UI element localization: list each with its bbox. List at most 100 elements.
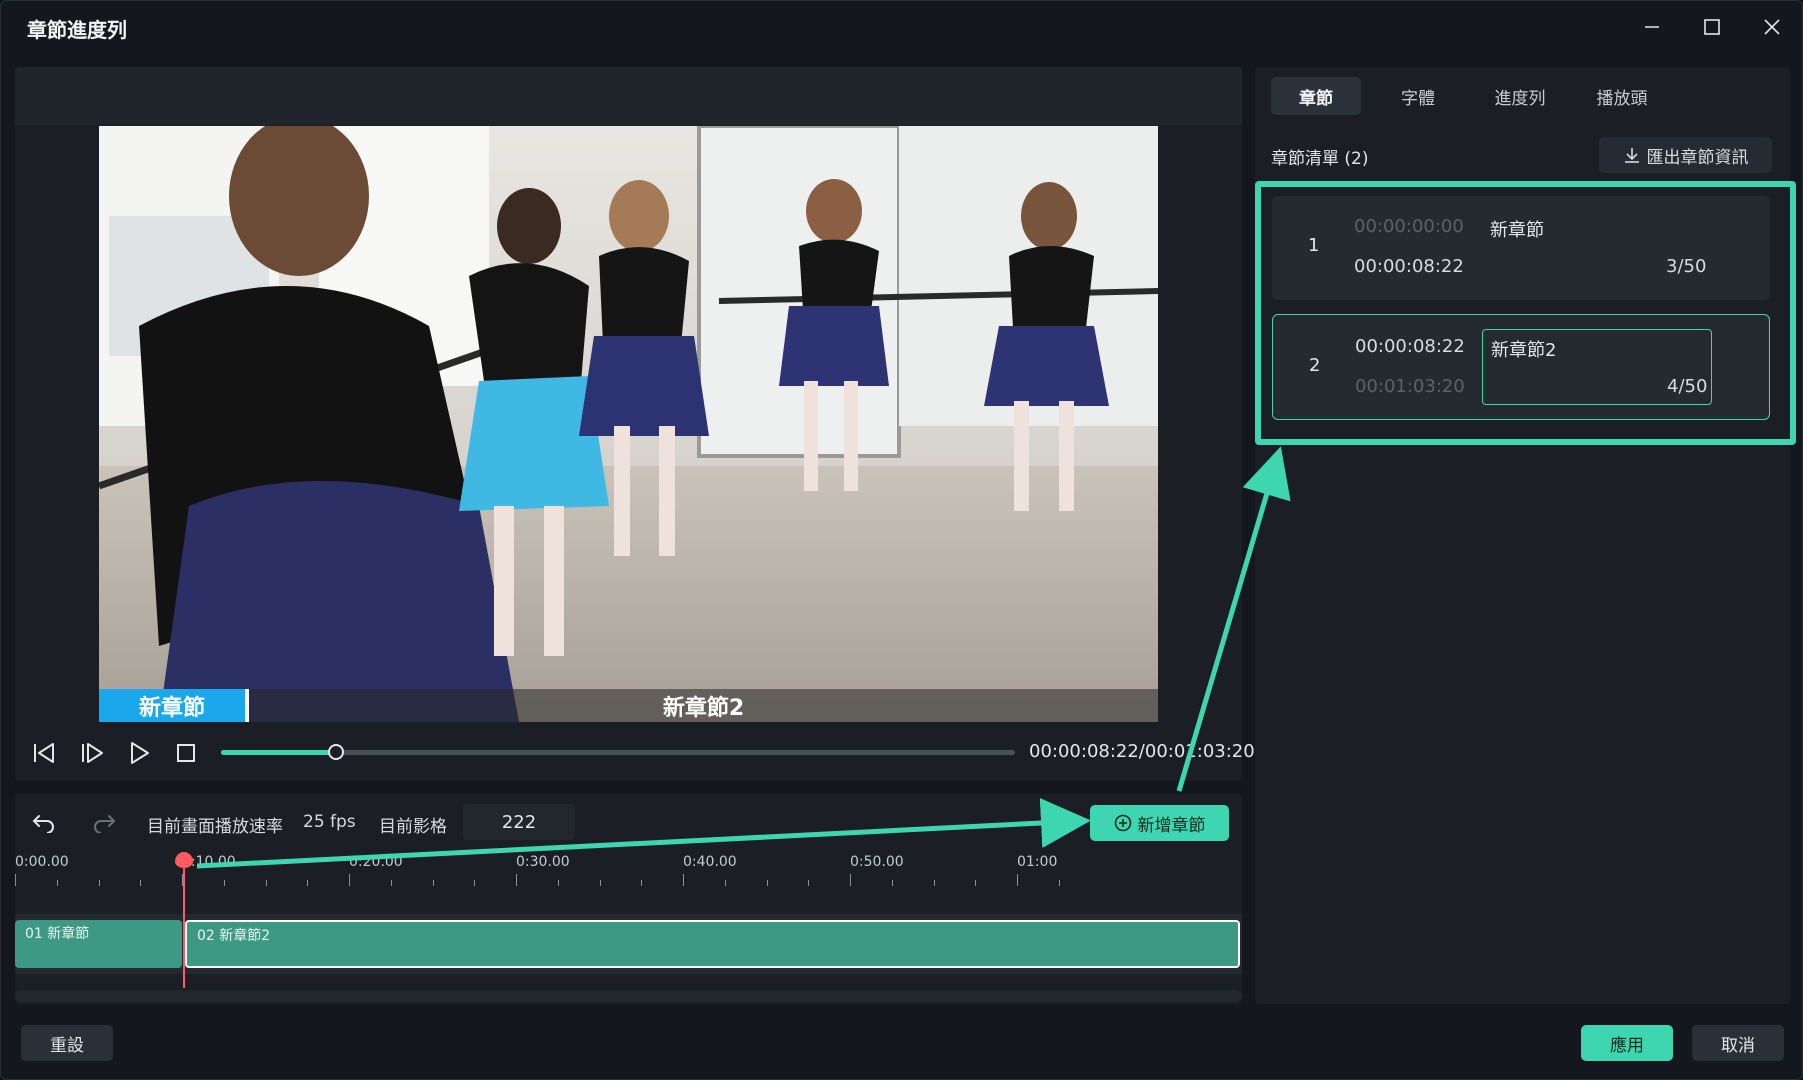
ruler-tick — [390, 880, 392, 886]
play-icon — [131, 742, 149, 764]
close-icon — [1764, 19, 1780, 35]
tab-progress-bar[interactable]: 進度列 — [1475, 77, 1565, 115]
ruler-tick-label: 0:50.00 — [850, 854, 904, 870]
chapter-progress-dialog: 章節 進度列 新章節 新章節2 00:00:08:22/00:01:03:20 目… — [0, 0, 1803, 1080]
prev-frame-icon — [34, 743, 54, 763]
timeline-toolbar: 目前畫面播放速率 25 fps 目前影格 222 新增章節 — [15, 794, 1242, 850]
reset-button[interactable]: 重設 — [21, 1025, 113, 1061]
chapter-start-time[interactable]: 00:00:08:22 — [1355, 336, 1465, 357]
playback-progress-slider[interactable] — [221, 744, 1015, 760]
next-frame-icon — [82, 743, 103, 763]
title-bar: 章節進度列 — [1, 1, 1802, 53]
ruler-tick — [557, 880, 559, 886]
timecode-display: 00:00:08:22/00:01:03:20 — [1029, 741, 1255, 762]
ruler-tick — [891, 880, 893, 886]
chapter-clip-1[interactable]: 01 新章節 — [15, 920, 182, 968]
chapter-char-count: 4/50 — [1667, 376, 1708, 397]
fps-value: 25 fps — [303, 812, 356, 832]
ruler-tick — [683, 874, 684, 886]
current-frame-input[interactable]: 222 — [463, 804, 575, 840]
chapter-name[interactable]: 新章節 — [1490, 216, 1544, 242]
window-title: 章節進度列 — [27, 18, 127, 42]
chapter-name[interactable]: 新章節2 — [1491, 336, 1556, 362]
ruler-tick — [98, 880, 100, 886]
ruler-tick — [474, 880, 476, 886]
next-frame-button[interactable] — [77, 738, 107, 768]
maximize-icon — [1704, 19, 1720, 35]
apply-button[interactable]: 應用 — [1581, 1025, 1673, 1061]
play-button[interactable] — [124, 738, 154, 768]
chapter-clip-label: 01 新章節 — [25, 926, 90, 942]
chapter-item-2[interactable]: 2 00:00:08:22 00:01:03:20 新章節2 4/50 — [1272, 314, 1770, 420]
ruler-tick — [975, 880, 977, 886]
ruler-tick — [641, 880, 643, 886]
chapter-clip-2[interactable]: 02 新章節2 — [185, 920, 1240, 968]
chapter-number: 2 — [1309, 355, 1321, 376]
ruler-tick — [349, 874, 350, 886]
tab-font[interactable]: 字體 — [1373, 77, 1463, 115]
chapter-progress-bar: 新章節 新章節2 — [99, 689, 1158, 722]
undo-icon — [32, 815, 54, 833]
export-chapter-info-button[interactable]: 匯出章節資訊 — [1599, 137, 1772, 173]
ruler-tick — [766, 880, 768, 886]
chapter-end-time: 00:01:03:20 — [1355, 376, 1465, 397]
redo-button[interactable] — [89, 807, 119, 837]
cancel-button[interactable]: 取消 — [1692, 1025, 1784, 1061]
tab-chapters[interactable]: 章節 — [1271, 77, 1361, 115]
timeline-scrollbar[interactable] — [15, 990, 1242, 1002]
video-preview: 新章節 新章節2 — [99, 126, 1158, 722]
ruler-tick — [432, 880, 434, 886]
ruler-tick — [516, 874, 517, 886]
chapter-track: 01 新章節 02 新章節2 — [15, 914, 1242, 974]
ruler-tick — [1058, 880, 1060, 886]
undo-button[interactable] — [29, 807, 59, 837]
timeline-panel: 目前畫面播放速率 25 fps 目前影格 222 新增章節 0:00.00 0:1… — [15, 794, 1242, 1004]
add-chapter-button[interactable]: 新增章節 — [1090, 805, 1229, 841]
prev-frame-button[interactable] — [29, 738, 59, 768]
preview-top-bar — [15, 67, 1242, 125]
chapter-char-count: 3/50 — [1666, 256, 1707, 277]
close-button[interactable] — [1757, 13, 1787, 41]
ruler-tick — [56, 880, 58, 886]
stop-button[interactable] — [171, 738, 201, 768]
ruler-tick-label: 01:00 — [1017, 854, 1058, 870]
progress-thumb[interactable] — [328, 744, 345, 760]
playback-controls: 00:00:08:22/00:01:03:20 — [15, 726, 1255, 782]
ruler-tick — [223, 880, 225, 886]
ruler-tick — [140, 880, 142, 886]
tab-playhead[interactable]: 播放頭 — [1577, 77, 1667, 115]
chapter-end-time[interactable]: 00:00:08:22 — [1354, 256, 1464, 277]
ruler-tick — [307, 880, 309, 886]
chapter-item-1[interactable]: 1 00:00:00:00 00:00:08:22 新章節 3/50 — [1272, 196, 1770, 300]
ruler-tick — [1017, 874, 1018, 886]
video-frame-image — [99, 126, 1158, 722]
ruler-tick — [808, 880, 810, 886]
chapter-list-title: 章節清單 (2) — [1271, 149, 1369, 169]
ruler-tick-label: 0:30.00 — [516, 854, 570, 870]
chapter-clip-label: 02 新章節2 — [197, 928, 271, 944]
chapter-segment-1: 新章節 — [99, 689, 245, 722]
playhead-line[interactable] — [183, 856, 185, 988]
chapter-number: 1 — [1308, 235, 1320, 256]
preview-panel: 新章節 新章節2 — [15, 67, 1242, 781]
stop-icon — [177, 744, 195, 762]
ruler-tick-label: 0:40.00 — [683, 854, 737, 870]
fps-label: 目前畫面播放速率 — [147, 817, 283, 837]
minimize-button[interactable] — [1637, 13, 1667, 41]
add-chapter-label: 新增章節 — [1137, 815, 1206, 836]
ruler-tick-label: 0:00.00 — [15, 854, 69, 870]
chapter-settings-panel: 章節 字體 進度列 播放頭 章節清單 (2) 匯出章節資訊 1 00:00:00… — [1255, 67, 1796, 1004]
chapter-segment-2: 新章節2 — [662, 695, 745, 721]
ruler-tick — [15, 874, 16, 886]
maximize-button[interactable] — [1697, 13, 1727, 41]
redo-icon — [94, 815, 116, 833]
chapter-start-time: 00:00:00:00 — [1354, 216, 1464, 237]
ruler-tick — [599, 880, 601, 886]
current-frame-label: 目前影格 — [379, 817, 447, 837]
timeline-ruler[interactable]: 0:00.00 0:10.00 0:20.00 0:30.00 0:40.00 0:50.… — [15, 854, 1242, 904]
progress-fill — [221, 750, 337, 755]
ruler-tick — [933, 880, 935, 886]
ruler-tick — [265, 880, 267, 886]
export-label: 匯出章節資訊 — [1646, 147, 1749, 168]
download-icon — [1624, 148, 1639, 163]
